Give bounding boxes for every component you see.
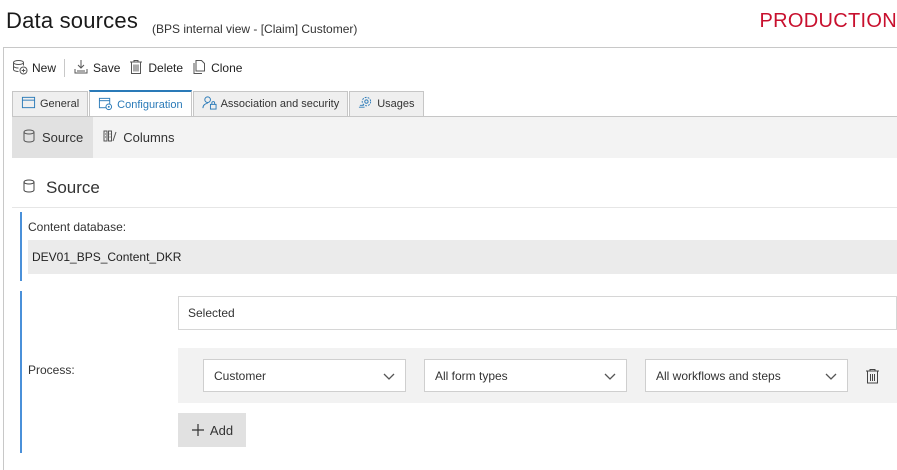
usages-gear-icon xyxy=(358,95,373,113)
user-lock-icon xyxy=(202,95,217,113)
process-mode-select[interactable]: Selected xyxy=(178,296,897,330)
process-row: Customer All form types All workflows an… xyxy=(178,348,897,403)
content-database-label: Content database: xyxy=(28,220,127,234)
add-process-button[interactable]: Add xyxy=(178,413,246,447)
clone-button[interactable]: Clone xyxy=(187,58,246,78)
trash-icon xyxy=(128,59,144,78)
new-button-label: New xyxy=(32,61,57,75)
database-icon xyxy=(22,129,36,146)
subnav-source[interactable]: Source xyxy=(12,117,94,158)
chevron-down-icon xyxy=(825,373,837,380)
plus-icon xyxy=(191,424,204,436)
tab-general[interactable]: General xyxy=(12,91,89,116)
chevron-down-icon xyxy=(383,373,395,380)
new-button[interactable]: New xyxy=(8,58,60,78)
tab-usages[interactable]: Usages xyxy=(349,91,424,116)
title-row: Data sources (BPS internal view - [Claim… xyxy=(6,6,897,40)
section-title: Source xyxy=(46,178,100,197)
form-types-dropdown-value: All form types xyxy=(435,368,508,383)
save-button[interactable]: Save xyxy=(69,58,124,78)
workflows-dropdown-value: All workflows and steps xyxy=(656,368,781,383)
form-types-dropdown[interactable]: All form types xyxy=(424,359,627,392)
clone-icon xyxy=(191,59,207,78)
process-label: Process: xyxy=(28,363,75,377)
config-icon xyxy=(98,96,113,114)
page-subtitle: (BPS internal view - [Claim] Customer) xyxy=(152,22,358,36)
section-heading: Source xyxy=(22,178,100,198)
clone-button-label: Clone xyxy=(211,61,243,75)
tab-strip: General Configuration Association and se… xyxy=(12,90,425,117)
environment-badge: PRODUCTION xyxy=(759,10,897,32)
save-icon xyxy=(73,59,89,78)
new-database-icon xyxy=(12,59,28,78)
subnav-columns[interactable]: Columns xyxy=(93,117,184,158)
sub-navigation: Source Columns xyxy=(12,117,897,158)
workflows-dropdown[interactable]: All workflows and steps xyxy=(645,359,848,392)
tab-association-security-label: Association and security xyxy=(220,98,340,110)
chevron-down-icon xyxy=(604,373,616,380)
columns-icon xyxy=(103,129,117,146)
delete-button-label: Delete xyxy=(148,61,184,75)
process-dropdown-value: Customer xyxy=(214,368,267,383)
tab-general-label: General xyxy=(40,98,80,110)
toolbar: New Save Delete Clone xyxy=(8,58,246,78)
save-button-label: Save xyxy=(93,61,121,75)
database-icon xyxy=(22,178,36,198)
tab-configuration-label: Configuration xyxy=(117,98,183,111)
field-indicator-bar xyxy=(20,212,22,281)
tab-usages-label: Usages xyxy=(377,98,415,110)
window-icon xyxy=(21,95,36,113)
toolbar-divider xyxy=(64,59,66,77)
process-dropdown[interactable]: Customer xyxy=(203,359,406,392)
content-database-value: DEV01_BPS_Content_DKR xyxy=(28,240,897,274)
tab-association-security[interactable]: Association and security xyxy=(192,91,349,116)
page-title: Data sources xyxy=(6,8,139,33)
delete-row-trash-icon[interactable] xyxy=(865,368,880,384)
subnav-columns-label: Columns xyxy=(123,130,175,145)
tab-configuration[interactable]: Configuration xyxy=(89,90,192,117)
add-button-label: Add xyxy=(209,422,234,438)
section-divider xyxy=(12,207,897,208)
delete-button[interactable]: Delete xyxy=(124,58,187,78)
field-indicator-bar xyxy=(20,291,22,453)
subnav-source-label: Source xyxy=(42,130,84,145)
